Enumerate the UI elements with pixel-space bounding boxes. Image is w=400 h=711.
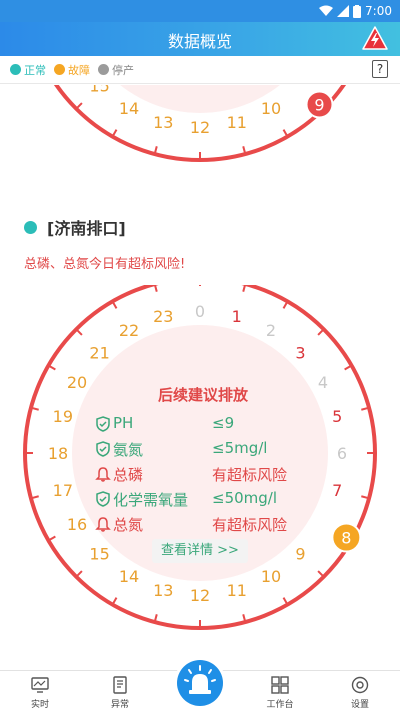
status-legend: 正常 故障 停产 ? (0, 56, 400, 84)
dial-hour-label: 22 (119, 321, 139, 340)
wifi-icon (319, 5, 334, 16)
content-scroll[interactable]: 15 14 13 12 11 10 9 [济南排口] 总磷、总氮今日有超标风险! 01234… (0, 85, 400, 670)
risk-warning: 总磷、总氮今日有超标风险! (24, 257, 186, 272)
status-time: 7:00 (365, 4, 392, 18)
shield-check-icon (96, 491, 110, 507)
stopped-dot (98, 64, 109, 75)
tab-label: 工作台 (266, 700, 294, 710)
dial-hour-label: 9 (295, 544, 305, 563)
dial-hour-label: 15 (89, 544, 109, 563)
advice-row: PH ≤9 (95, 413, 305, 438)
dial-hour-label: 21 (89, 344, 109, 363)
top-dial: 15 14 13 12 11 10 9 (0, 85, 400, 165)
signal-icon (337, 5, 350, 17)
advice-row: 总磷 有超标风险 (95, 463, 305, 488)
dial-hour-label: 8 (341, 529, 351, 548)
dial-hour-label: 11 (227, 581, 247, 600)
emission-advice: 后续建议排放 PH ≤9 氨氮 ≤5mg/l 总磷 有超标风险 化学需氧量 ≤5… (95, 384, 305, 538)
dial-hour-label: 5 (332, 407, 342, 426)
dial-hour-label: 12 (190, 586, 210, 605)
bell-icon (95, 467, 111, 482)
fault-dot (54, 64, 65, 75)
legend-stopped: 停产 (98, 62, 134, 78)
tab-abnormal[interactable]: 异常 (90, 675, 150, 710)
advice-value: ≤50mg/l (212, 489, 278, 507)
help-button[interactable]: ? (372, 60, 388, 78)
monitor-icon (31, 677, 49, 693)
top-dial-hour-label: 15 (89, 85, 109, 95)
top-dial-hour-label: 11 (227, 113, 247, 132)
advice-value: 有超标风险 (212, 516, 288, 534)
top-dial-svg: 15 14 13 12 11 10 9 (54, 85, 346, 162)
battery-icon (353, 4, 362, 18)
site-header[interactable]: [济南排口] (24, 215, 126, 239)
advice-name: 总氮 (113, 516, 144, 534)
alert-doc-icon (113, 676, 127, 694)
tab-label: 实时 (30, 700, 49, 710)
alarm-button[interactable] (362, 26, 388, 50)
advice-row: 化学需氧量 ≤50mg/l (95, 488, 305, 513)
bell-icon (95, 517, 111, 532)
dial-hour-label: 19 (53, 407, 73, 426)
grid-icon (271, 676, 289, 694)
legend-normal: 正常 (10, 62, 46, 78)
advice-name: 氨氮 (113, 441, 144, 459)
dial-hour-label: 10 (261, 567, 281, 586)
tab-workbench[interactable]: 工作台 (250, 675, 310, 710)
app-header: 数据概览 (0, 22, 400, 56)
advice-name: 化学需氧量 (113, 491, 189, 509)
dial-hour-label: 0 (195, 302, 205, 321)
legend-label: 故障 (68, 63, 90, 77)
siren-icon (184, 665, 216, 694)
dial-hour-label: 13 (153, 581, 173, 600)
dial-hour-label: 16 (67, 515, 87, 534)
status-bar: 7:00 (0, 0, 400, 22)
legend-label: 正常 (24, 63, 46, 77)
dial-hour-label: 3 (295, 344, 305, 363)
dial-hour-label: 6 (337, 444, 347, 463)
top-dial-hour-label: 13 (153, 113, 173, 132)
dial-hour-label: 20 (67, 373, 87, 392)
dial-hour-label: 14 (119, 567, 139, 586)
legend-label: 停产 (112, 63, 134, 77)
dial-hour-label: 17 (53, 481, 73, 500)
dial-hour-label: 1 (232, 307, 242, 326)
top-dial-hour-label: 10 (261, 99, 281, 118)
advice-name: PH (113, 414, 134, 432)
advice-value: ≤9 (212, 414, 235, 432)
shield-check-icon (96, 441, 110, 457)
site-status-dot (24, 220, 37, 234)
dial-hour-label: 2 (266, 321, 276, 340)
normal-dot (10, 64, 21, 75)
advice-value: ≤5mg/l (212, 439, 268, 457)
shield-check-icon (96, 416, 110, 432)
siren-button[interactable] (177, 660, 223, 706)
advice-row: 总氮 有超标风险 (95, 513, 305, 538)
top-dial-hour-label: 14 (119, 99, 139, 118)
page-title: 数据概览 (167, 32, 232, 51)
top-dial-hour-label: 12 (190, 118, 210, 137)
view-details-button[interactable]: 查看详情 >> (152, 539, 248, 563)
dial-hour-label: 7 (332, 481, 342, 500)
settings-icon (351, 676, 369, 694)
top-dial-hour-label: 9 (314, 96, 324, 115)
dial-hour-label: 4 (318, 373, 328, 392)
advice-name: 总磷 (113, 466, 144, 484)
dial-hour-label: 18 (48, 444, 68, 463)
tab-label: 异常 (110, 700, 129, 710)
advice-row: 氨氮 ≤5mg/l (95, 438, 305, 463)
lightning-warning-icon (362, 26, 388, 50)
site-name: [济南排口] (47, 219, 126, 238)
advice-value: 有超标风险 (212, 466, 288, 484)
tab-label: 设置 (350, 700, 369, 710)
tab-settings[interactable]: 设置 (330, 675, 390, 710)
advice-title: 后续建议排放 (157, 386, 248, 404)
tab-realtime[interactable]: 实时 (10, 675, 70, 710)
dial-hour-label: 23 (153, 307, 173, 326)
legend-fault: 故障 (54, 62, 90, 78)
